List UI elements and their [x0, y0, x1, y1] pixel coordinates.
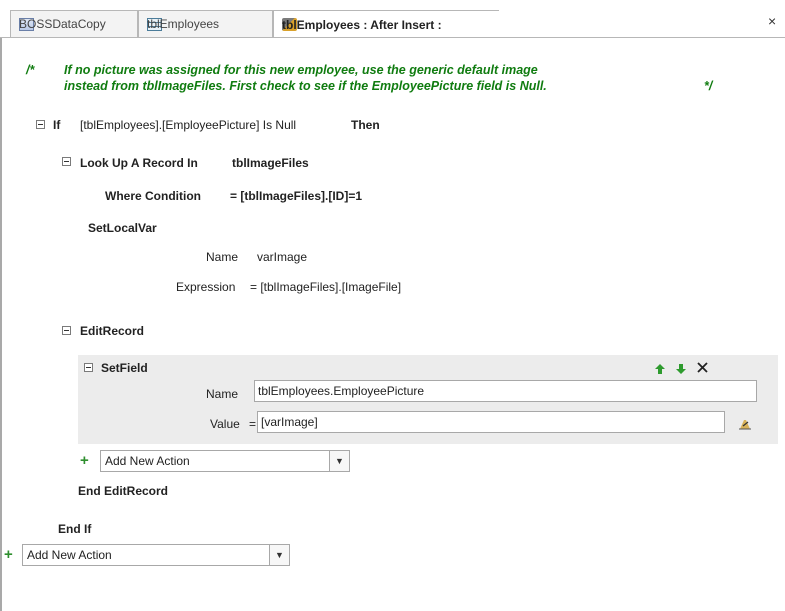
move-up-icon[interactable]	[654, 363, 666, 375]
setfield-value-label: Value	[210, 417, 240, 431]
if-collapse-icon[interactable]	[36, 120, 45, 129]
tab-after-insert[interactable]: tblEmployees : After Insert :	[273, 10, 499, 38]
add-new-action-dropdown-outer[interactable]: Add New Action ▼	[22, 544, 290, 566]
tab-label: tblEmployees	[147, 17, 220, 31]
editrecord-title: EditRecord	[80, 324, 145, 338]
editrecord-collapse-icon[interactable]	[62, 326, 71, 335]
setfield-value-input[interactable]: [varImage]	[257, 411, 725, 433]
tab-tblemployees[interactable]: tblEmployees	[138, 10, 273, 37]
lookup-collapse-icon[interactable]	[62, 157, 71, 166]
if-condition[interactable]: [tblEmployees].[EmployeePicture] Is Null	[80, 118, 296, 132]
lookup-action-label: Look Up A Record In	[80, 156, 198, 170]
chevron-down-icon[interactable]: ▼	[269, 545, 289, 565]
setlocalvar-name-label: Name	[206, 250, 239, 264]
expression-builder-icon[interactable]	[738, 418, 752, 430]
left-border	[0, 38, 2, 611]
setlocalvar-title: SetLocalVar	[88, 221, 157, 235]
if-keyword: If	[53, 118, 61, 132]
lookup-table[interactable]: tblImageFiles	[232, 156, 309, 170]
tab-label: tblEmployees : After Insert :	[282, 17, 442, 32]
end-if: End If	[58, 522, 92, 536]
setfield-name-label: Name	[206, 387, 239, 401]
where-condition-label: Where Condition	[105, 189, 201, 203]
where-condition-value[interactable]: = [tblImageFiles].[ID]=1	[230, 189, 362, 203]
setfield-name-input[interactable]: tblEmployees.EmployeePicture	[254, 380, 757, 402]
setfield-collapse-icon[interactable]	[84, 363, 93, 372]
add-action-plus-icon[interactable]: +	[80, 453, 89, 468]
comment-open-mark: /*	[26, 63, 35, 77]
delete-action-icon[interactable]	[696, 361, 709, 374]
tab-bossdatacopy[interactable]: BOSSDataCopy	[10, 10, 138, 37]
comment-close-mark: */	[704, 79, 713, 93]
tab-label: BOSSDataCopy	[19, 17, 106, 31]
setfield-panel: SetField Name tblEmployees.EmployeePictu…	[78, 355, 778, 444]
setfield-value-prefix: =	[249, 417, 257, 431]
comment-line-1: If no picture was assigned for this new …	[64, 63, 538, 77]
add-new-action-dropdown-inner[interactable]: Add New Action ▼	[100, 450, 350, 472]
setlocalvar-expression-label: Expression	[176, 280, 236, 294]
document-tab-bar: BOSSDataCopy tblEmployees tblEmployees :…	[0, 0, 785, 40]
setlocalvar-expression-value[interactable]: = [tblImageFiles].[ImageFile]	[250, 280, 401, 294]
close-icon[interactable]: ×	[768, 13, 776, 29]
add-new-action-label: Add New Action	[27, 548, 112, 562]
chevron-down-icon[interactable]: ▼	[329, 451, 349, 471]
setlocalvar-name-value[interactable]: varImage	[257, 250, 307, 264]
then-keyword: Then	[351, 118, 380, 132]
add-new-action-label: Add New Action	[105, 454, 190, 468]
tab-underline	[0, 37, 785, 38]
add-action-plus-icon-outer[interactable]: +	[4, 547, 13, 562]
move-down-icon[interactable]	[675, 363, 687, 375]
comment-line-2: instead from tblImageFiles. First check …	[64, 79, 547, 93]
setfield-title: SetField	[101, 361, 148, 375]
end-editrecord: End EditRecord	[78, 484, 169, 498]
